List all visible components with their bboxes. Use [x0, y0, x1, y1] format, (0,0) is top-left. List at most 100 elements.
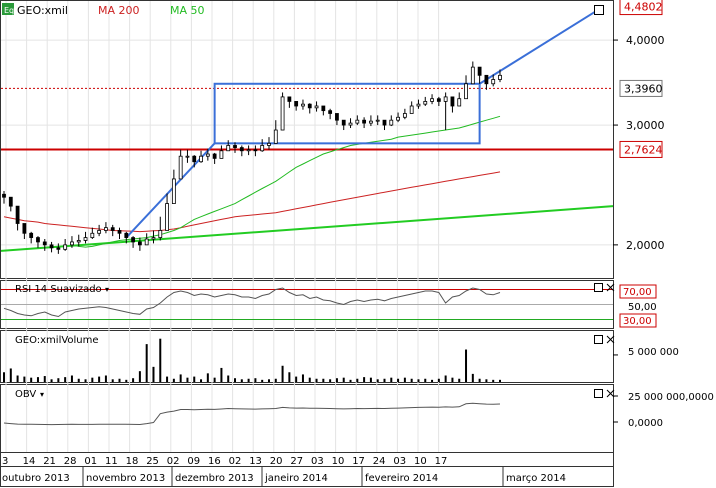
- price-tick-label: 4,0000: [626, 34, 665, 47]
- volume-bar: [410, 378, 413, 382]
- price-maximize-icon[interactable]: [594, 5, 604, 15]
- candle-down: [8, 196, 13, 207]
- candle-down: [321, 105, 326, 112]
- volume-bar: [118, 378, 121, 382]
- ma50-label[interactable]: MA 50: [170, 4, 205, 17]
- day-tick-label: 18: [126, 456, 139, 467]
- candle-up: [430, 98, 434, 102]
- candle-up: [314, 105, 319, 109]
- candle-up: [457, 98, 462, 107]
- volume-bar: [91, 377, 94, 382]
- symbol-label[interactable]: GEO:xmil: [17, 4, 68, 17]
- obv-zero-tick-label: 0,0000: [628, 418, 663, 429]
- high-price-label: 4,4802: [624, 1, 663, 14]
- candle-down: [335, 113, 339, 121]
- candle-down: [450, 96, 455, 107]
- candle-up: [185, 155, 190, 158]
- support-price-label: 2,7624: [624, 143, 663, 156]
- volume-bar: [70, 375, 73, 382]
- obv-menu-arrow-icon[interactable]: ▾: [40, 390, 44, 399]
- volume-title[interactable]: GEO:xmilVolume: [15, 335, 99, 346]
- candle-up: [165, 203, 169, 231]
- candle-down: [307, 103, 312, 109]
- last-price-box: 3,3960: [619, 79, 663, 97]
- candle-down: [477, 66, 482, 76]
- candle-up: [260, 145, 265, 152]
- day-tick-label: 24: [373, 456, 386, 467]
- candle-down: [287, 96, 292, 102]
- rsi-maximize-icon[interactable]: [594, 283, 603, 292]
- day-tick-label: 11: [105, 456, 118, 467]
- candle-up: [375, 119, 380, 122]
- candle-up: [470, 66, 475, 85]
- volume-bar: [369, 377, 372, 382]
- candle-up: [402, 113, 407, 118]
- day-tick-label: 17: [352, 456, 365, 467]
- volume-bar: [172, 378, 175, 382]
- volume-bar: [50, 379, 53, 382]
- volume-bar: [492, 379, 495, 382]
- candle-up: [355, 119, 360, 124]
- candle-up: [83, 237, 88, 241]
- candle-down: [362, 119, 367, 124]
- volume-bar: [363, 377, 366, 382]
- volume-bar: [322, 378, 325, 382]
- candle-up: [464, 83, 468, 100]
- volume-bar: [349, 379, 352, 382]
- candle-down: [117, 230, 122, 234]
- rsi-title[interactable]: RSI 14 Suavizado: [15, 284, 102, 295]
- volume-maximize-icon[interactable]: [594, 335, 603, 344]
- volume-bar: [206, 373, 209, 382]
- candle-up: [416, 103, 421, 107]
- obv-maximize-icon[interactable]: [594, 389, 603, 398]
- candle-down: [42, 241, 47, 246]
- volume-bar: [36, 377, 39, 382]
- candle-down: [2, 193, 6, 198]
- volume-bar: [138, 371, 141, 382]
- candle-down: [137, 241, 142, 246]
- volume-bar: [274, 378, 277, 382]
- volume-bar: [104, 375, 107, 382]
- candle-up: [90, 232, 95, 238]
- month-tick-label: dezembro 2013: [175, 473, 254, 484]
- high-price-box: 4,4802: [619, 0, 663, 16]
- rsi-lower-box: 30,00: [619, 313, 657, 328]
- day-tick-label: 13: [249, 456, 262, 467]
- volume-bar: [64, 377, 67, 382]
- price-tick-label: 2,0000: [626, 239, 665, 252]
- day-tick-label: 01: [84, 456, 97, 467]
- candle-down: [328, 110, 333, 114]
- volume-bar: [356, 378, 359, 382]
- volume-bar: [478, 378, 481, 382]
- volume-bar: [16, 375, 19, 382]
- volume-bar: [125, 379, 128, 382]
- candle-down: [484, 74, 489, 85]
- volume-bar: [145, 344, 148, 382]
- day-tick-label: 17: [435, 456, 448, 467]
- candle-down: [29, 232, 34, 238]
- volume-bar: [335, 378, 338, 382]
- volume-bar: [43, 376, 46, 382]
- volume-bar: [424, 378, 427, 382]
- candle-up: [226, 145, 231, 152]
- candle-up: [246, 149, 251, 152]
- day-tick-label: 16: [208, 456, 221, 467]
- day-tick-label: 3: [2, 456, 8, 467]
- rsi-menu-arrow-icon[interactable]: ▾: [105, 285, 109, 294]
- volume-tick-label: 5 000 000: [628, 347, 679, 358]
- symbol-badge-text: Eq: [4, 6, 14, 15]
- volume-bar: [485, 379, 488, 382]
- volume-bar: [261, 379, 264, 382]
- candle-down: [22, 223, 27, 234]
- volume-bar: [431, 379, 434, 382]
- candle-down: [110, 227, 115, 231]
- candle-up: [369, 120, 373, 124]
- candle-down: [341, 119, 346, 126]
- candle-up: [205, 153, 210, 157]
- volume-bar: [152, 366, 155, 382]
- candle-up: [396, 116, 400, 121]
- candle-up: [280, 96, 285, 131]
- candle-down: [36, 237, 40, 243]
- ma200-label[interactable]: MA 200: [98, 4, 140, 17]
- obv-title[interactable]: OBV: [15, 389, 36, 400]
